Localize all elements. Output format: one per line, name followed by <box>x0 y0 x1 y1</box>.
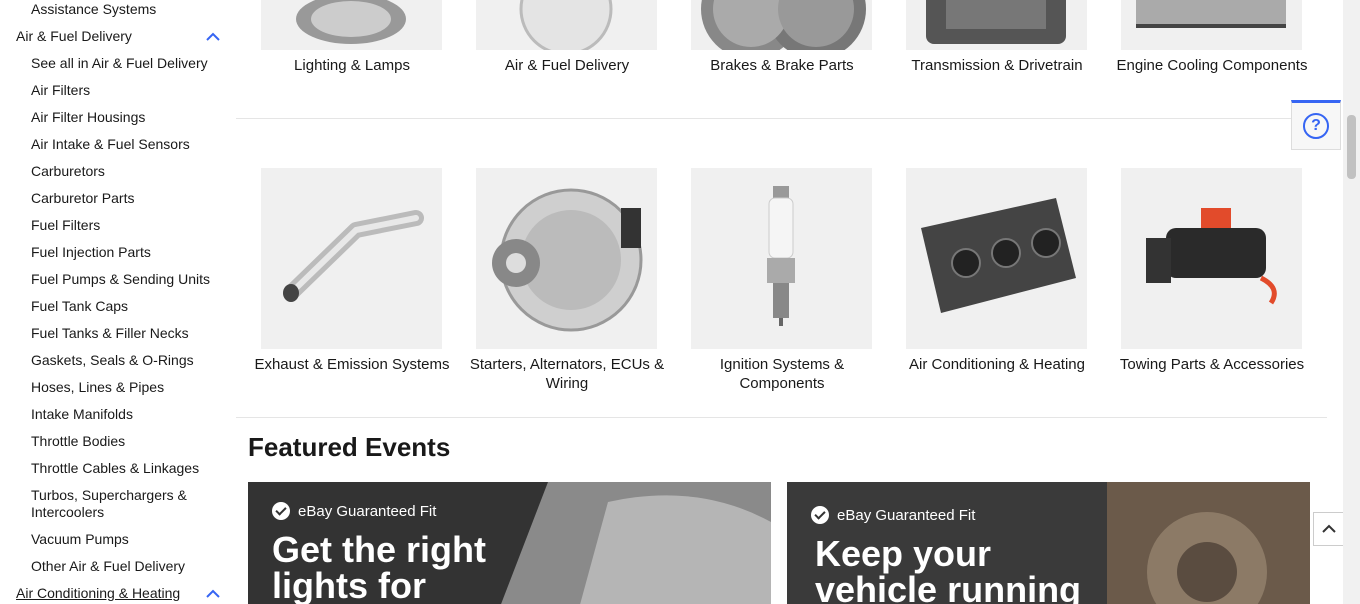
help-button[interactable]: ? <box>1291 100 1341 150</box>
category-label: Towing Parts & Accessories <box>1119 356 1305 373</box>
guaranteed-fit-badge: eBay Guaranteed Fit <box>272 502 436 520</box>
banner-headline-line: Get the right <box>272 529 486 570</box>
section-divider <box>236 118 1327 119</box>
sidebar-item-air-intake-sensors[interactable]: Air Intake & Fuel Sensors <box>31 136 221 153</box>
check-circle-icon <box>811 506 829 524</box>
sidebar-item-intake-manifolds[interactable]: Intake Manifolds <box>31 406 221 423</box>
sidebar-item-throttle-cables[interactable]: Throttle Cables & Linkages <box>31 460 221 477</box>
headlight-image <box>261 0 442 50</box>
sidebar-item-air-filters[interactable]: Air Filters <box>31 82 221 99</box>
banner-headline-line: vehicle running <box>815 569 1082 604</box>
badge-text: eBay Guaranteed Fit <box>837 506 976 524</box>
sidebar-item-assistance-systems[interactable]: Assistance Systems <box>31 1 221 18</box>
category-label: Air Conditioning & Heating <box>909 356 1085 373</box>
category-sidebar: Assistance Systems Air & Fuel Delivery S… <box>0 0 235 604</box>
category-label: Air & Fuel Delivery <box>504 57 630 74</box>
category-label: Lighting & Lamps <box>294 57 410 74</box>
sidebar-item-fuel-tank-caps[interactable]: Fuel Tank Caps <box>31 298 221 315</box>
brake-rotor-image <box>691 0 872 50</box>
sidebar-item-hoses[interactable]: Hoses, Lines & Pipes <box>31 379 221 396</box>
category-label: Starters, Alternators, ECUs & Wiring <box>469 356 665 392</box>
banner-headline: Get the right lights for <box>272 532 486 604</box>
badge-text: eBay Guaranteed Fit <box>298 502 437 520</box>
transmission-image <box>906 0 1087 50</box>
sidebar-heading-air-fuel-delivery[interactable]: Air & Fuel Delivery <box>16 28 221 45</box>
help-question-icon: ? <box>1303 113 1329 139</box>
category-label: Engine Cooling Components <box>1116 57 1308 74</box>
category-label: Brakes & Brake Parts <box>710 57 854 74</box>
category-label: Exhaust & Emission Systems <box>254 356 450 373</box>
chevron-up-icon[interactable] <box>205 587 221 601</box>
sidebar-item-throttle-bodies[interactable]: Throttle Bodies <box>31 433 221 450</box>
sidebar-item-air-filter-housings[interactable]: Air Filter Housings <box>31 109 221 126</box>
sidebar-item-gaskets[interactable]: Gaskets, Seals & O-Rings <box>31 352 221 369</box>
scroll-to-top-button[interactable] <box>1313 512 1345 546</box>
featured-events-title: Featured Events <box>248 432 451 462</box>
air-fuel-image <box>476 0 657 50</box>
scrollbar-thumb[interactable] <box>1347 115 1356 179</box>
banner-headline-line: Keep your <box>815 533 992 574</box>
chevron-up-icon <box>1322 524 1336 533</box>
check-circle-icon <box>272 502 290 520</box>
sidebar-heading-label: Air Conditioning & Heating <box>16 585 181 601</box>
page-scrollbar[interactable] <box>1343 0 1360 604</box>
sidebar-item-other-air-fuel[interactable]: Other Air & Fuel Delivery <box>31 558 221 575</box>
featured-banner-vehicle[interactable]: eBay Guaranteed Fit Keep your vehicle ru… <box>787 482 1310 604</box>
sidebar-item-carburetors[interactable]: Carburetors <box>31 163 221 180</box>
banner-headline: Keep your vehicle running <box>815 536 1081 604</box>
category-label: Transmission & Drivetrain <box>911 57 1083 74</box>
featured-banner-lights[interactable]: eBay Guaranteed Fit Get the right lights… <box>248 482 771 604</box>
radiator-image <box>1121 0 1302 50</box>
sidebar-item-carburetor-parts[interactable]: Carburetor Parts <box>31 190 221 207</box>
winch-image <box>1121 168 1302 349</box>
guaranteed-fit-badge: eBay Guaranteed Fit <box>811 506 975 524</box>
sidebar-item-fuel-injection-parts[interactable]: Fuel Injection Parts <box>31 244 221 261</box>
climate-control-image <box>906 168 1087 349</box>
spark-plug-image <box>691 168 872 349</box>
banner-headline-line: lights for <box>272 565 426 604</box>
exhaust-pipe-image <box>261 168 442 349</box>
alternator-image <box>476 168 657 349</box>
chevron-up-icon[interactable] <box>205 30 221 44</box>
sidebar-item-vacuum-pumps[interactable]: Vacuum Pumps <box>31 531 221 548</box>
sidebar-heading-air-conditioning[interactable]: Air Conditioning & Heating <box>16 585 221 602</box>
sidebar-item-fuel-filters[interactable]: Fuel Filters <box>31 217 221 234</box>
section-divider <box>236 417 1327 418</box>
sidebar-item-fuel-pumps[interactable]: Fuel Pumps & Sending Units <box>31 271 221 288</box>
sidebar-item-see-all[interactable]: See all in Air & Fuel Delivery <box>31 55 221 72</box>
category-label: Ignition Systems & Components <box>719 356 845 392</box>
sidebar-item-fuel-tanks[interactable]: Fuel Tanks & Filler Necks <box>31 325 221 342</box>
sidebar-heading-label: Air & Fuel Delivery <box>16 28 132 44</box>
sidebar-item-turbos[interactable]: Turbos, Superchargers & Intercoolers <box>31 487 201 521</box>
